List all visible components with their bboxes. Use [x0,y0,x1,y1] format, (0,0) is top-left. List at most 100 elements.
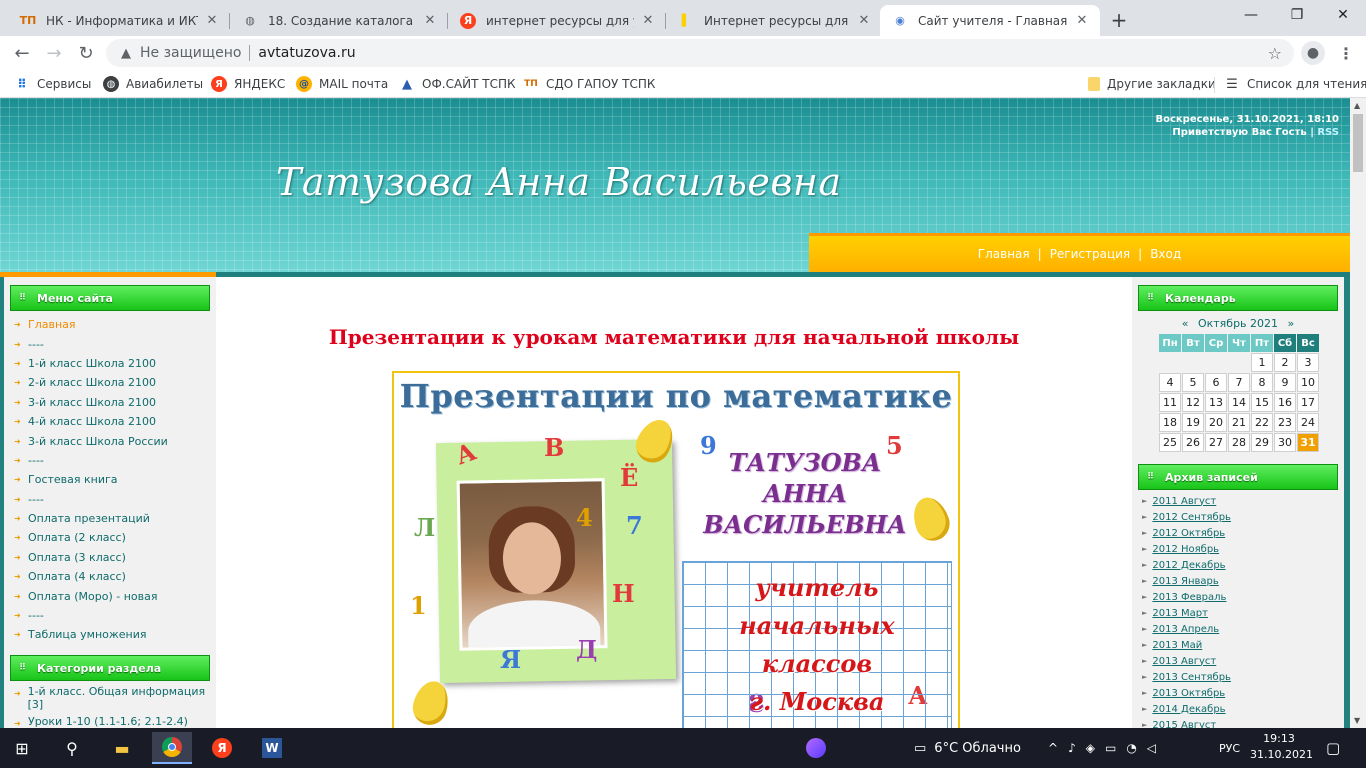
menu-item[interactable]: ➜ Таблица умножения [14,625,214,644]
calendar-day[interactable]: 3 [1297,353,1319,372]
calendar-day[interactable]: 16 [1274,393,1296,412]
language-indicator[interactable]: РУС [1219,728,1240,768]
close-icon[interactable]: ✕ [640,13,656,29]
menu-item[interactable]: ➜ ---- [14,606,214,625]
bookmark-sdo[interactable]: ТП СДО ГАПОУ ТСПК [523,75,655,93]
calendar-day[interactable]: 9 [1274,373,1296,392]
calendar-day[interactable]: 17 [1297,393,1319,412]
bookmark-yandex[interactable]: Я ЯНДЕКС [211,75,285,93]
archive-item[interactable]: ► 2013 Апрель [1142,621,1231,637]
menu-item[interactable]: ➜ Оплата (2 класс) [14,528,214,547]
warning-triangle-icon[interactable]: ▲ [118,45,134,61]
back-arrow-icon[interactable]: ← [8,39,36,67]
maximize-button[interactable]: ❐ [1274,0,1320,30]
calendar-day[interactable]: 7 [1228,373,1250,392]
archive-item[interactable]: ► 2014 Декабрь [1142,701,1231,717]
menu-item[interactable]: ➜ Оплата презентаций [14,509,214,528]
word-icon[interactable]: W [252,732,292,764]
close-icon[interactable]: ✕ [1074,13,1090,29]
calendar-day[interactable]: 22 [1251,413,1273,432]
archive-item[interactable]: ► 2013 Август [1142,653,1231,669]
close-window-button[interactable]: ✕ [1320,0,1366,30]
nav-login-link[interactable]: Вход [1150,247,1181,261]
rss-link[interactable]: RSS [1317,127,1339,138]
archive-item[interactable]: ► 2013 Февраль [1142,589,1231,605]
calendar-day[interactable]: 20 [1205,413,1227,432]
calendar-day[interactable]: 2 [1274,353,1296,372]
calendar-day[interactable]: 29 [1251,433,1273,452]
archive-item[interactable]: ► 2013 Январь [1142,573,1231,589]
archive-item[interactable]: ► 2012 Сентябрь [1142,509,1231,525]
category-item[interactable]: ➜ 1-й класс. Общая информация [3] [14,685,214,711]
bookmark-mail[interactable]: @ MAIL почта [296,75,388,93]
minimize-button[interactable]: — [1228,0,1274,30]
menu-item[interactable]: ➜ Оплата (3 класс) [14,548,214,567]
star-icon[interactable]: ☆ [1268,44,1282,63]
profile-avatar-icon[interactable]: ● [1301,41,1325,65]
new-tab-button[interactable]: + [1106,7,1132,33]
scroll-down-icon[interactable]: ▼ [1354,716,1360,725]
menu-item[interactable]: ➜ 4-й класс Школа 2100 [14,412,214,431]
archive-item[interactable]: ► 2011 Август [1142,493,1231,509]
alice-assistant-icon[interactable] [796,732,836,764]
menu-item[interactable]: ➜ Оплата (4 класс) [14,567,214,586]
menu-item[interactable]: ➜ 1-й класс Школа 2100 [14,354,214,373]
page-scrollbar[interactable]: ▲ ▼ [1350,98,1366,728]
clock[interactable]: 19:13 31.10.2021 [1250,731,1313,763]
forward-arrow-icon[interactable]: → [40,39,68,67]
notifications-icon[interactable]: ▢ [1326,728,1340,768]
scroll-thumb[interactable] [1353,114,1363,172]
weather-widget[interactable]: ▭ 6°C Облачно [914,728,1021,768]
calendar-day[interactable]: 18 [1159,413,1181,432]
close-icon[interactable]: ✕ [204,13,220,29]
chrome-icon[interactable] [152,732,192,764]
archive-item[interactable]: ► 2013 Май [1142,637,1231,653]
other-bookmarks[interactable]: Другие закладки [1088,75,1216,93]
calendar-month-link[interactable]: Октябрь 2021 [1198,317,1278,330]
bookmark-of-sait[interactable]: ▲ ОФ.САЙТ ТСПК [399,75,516,93]
address-bar[interactable]: ▲ Не защищено avtatuzova.ru ☆ [106,39,1294,67]
calendar-next-link[interactable]: » [1288,317,1295,330]
menu-item[interactable]: ➜ ---- [14,334,214,353]
security-label[interactable]: Не защищено [140,45,241,61]
archive-item[interactable]: ► 2013 Март [1142,605,1231,621]
menu-item[interactable]: ➜ Гостевая книга [14,470,214,489]
file-explorer-icon[interactable]: ▬ [102,732,142,764]
tab-informatika[interactable]: ТП НК - Информатика и ИКТ в ✕ [8,5,230,36]
calendar-day[interactable]: 14 [1228,393,1250,412]
tab-yandex-search[interactable]: Я интернет ресурсы для учите ✕ [448,5,666,36]
battery-icon[interactable]: ▭ [1105,741,1116,755]
nav-home-link[interactable]: Главная [978,247,1030,261]
yandex-browser-icon[interactable]: Я [202,732,242,764]
calendar-day[interactable]: 15 [1251,393,1273,412]
close-icon[interactable]: ✕ [856,13,872,29]
calendar-day[interactable]: 30 [1274,433,1296,452]
menu-item[interactable]: ➜ 3-й класс Школа 2100 [14,393,214,412]
calendar-day[interactable]: 25 [1159,433,1181,452]
calendar-day[interactable]: 24 [1297,413,1319,432]
bookmark-services[interactable]: ⠿ Сервисы [14,75,91,93]
menu-kebab-icon[interactable]: ⋮ [1334,41,1358,65]
calendar-day[interactable]: 6 [1205,373,1227,392]
calendar-day[interactable]: 4 [1159,373,1181,392]
tab-internet-resources[interactable]: ▌ Интернет ресурсы для учит ✕ [666,5,882,36]
menu-item[interactable]: ➜ 3-й класс Школа России [14,431,214,450]
calendar-day[interactable]: 12 [1182,393,1204,412]
search-icon[interactable]: ⚲ [52,732,92,764]
volume-icon[interactable]: ◁ [1147,741,1156,755]
calendar-day[interactable]: 8 [1251,373,1273,392]
calendar-day[interactable]: 28 [1228,433,1250,452]
calendar-day[interactable]: 31 [1297,433,1319,452]
calendar-day[interactable]: 10 [1297,373,1319,392]
tab-site-teacher[interactable]: ◉ Сайт учителя - Главная стра ✕ [880,5,1100,36]
calendar-day[interactable]: 19 [1182,413,1204,432]
calendar-day[interactable]: 26 [1182,433,1204,452]
wifi-icon[interactable]: ◔ [1126,741,1136,755]
archive-item[interactable]: ► 2013 Сентябрь [1142,669,1231,685]
calendar-day[interactable]: 21 [1228,413,1250,432]
close-icon[interactable]: ✕ [422,13,438,29]
menu-item[interactable]: ➜ ---- [14,490,214,509]
reading-list[interactable]: ☰ Список для чтения [1224,75,1366,93]
windows-start-icon[interactable]: ⊞ [2,732,42,764]
calendar-day[interactable]: 5 [1182,373,1204,392]
